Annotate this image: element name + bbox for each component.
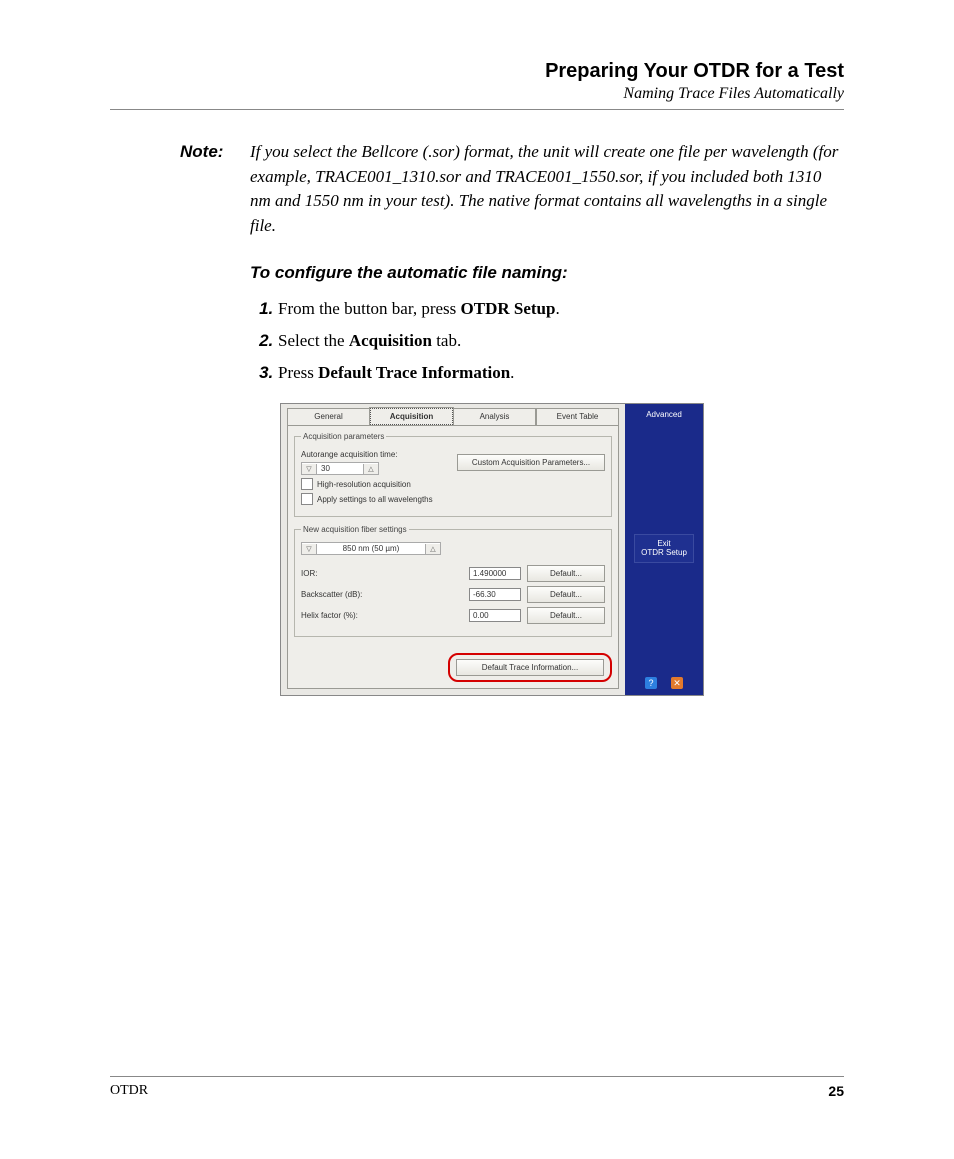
apply-all-wavelengths-label: Apply settings to all wavelengths [317,495,433,504]
close-icon[interactable]: ✕ [671,677,683,689]
help-icon[interactable]: ? [645,677,657,689]
tab-bar: General Acquisition Analysis Event Table [281,404,625,425]
tab-event-table[interactable]: Event Table [536,408,619,425]
acquisition-parameters-group: Acquisition parameters Autorange acquisi… [294,432,612,517]
checkbox-icon[interactable] [301,493,313,505]
step-2-bold: Acquisition [349,331,432,350]
wavelength-value[interactable]: 850 nm (50 µm) [317,543,425,554]
page-header-subtitle: Naming Trace Files Automatically [110,85,844,103]
step-1-text-a: From the button bar, press [278,299,461,318]
tab-acquisition[interactable]: Acquisition [370,408,453,425]
helix-factor-field[interactable]: 0.00 [469,609,521,622]
side-panel: Advanced Exit OTDR Setup ? ✕ [625,404,703,695]
step-3-text-a: Press [278,363,318,382]
callout-highlight: Default Trace Information... [448,653,612,682]
fiber-settings-legend: New acquisition fiber settings [301,525,409,534]
custom-acquisition-parameters-button[interactable]: Custom Acquisition Parameters... [457,454,605,471]
ior-field[interactable]: 1.490000 [469,567,521,580]
exit-line-2: OTDR Setup [641,548,687,557]
note-block: Note: If you select the Bellcore (.sor) … [180,140,844,239]
high-resolution-checkbox[interactable]: High-resolution acquisition [301,478,605,490]
step-1-bold: OTDR Setup [461,299,556,318]
page-number: 25 [828,1083,844,1099]
exit-otdr-setup-button[interactable]: Exit OTDR Setup [634,534,694,563]
backscatter-label: Backscatter (dB): [301,590,362,599]
backscatter-default-button[interactable]: Default... [527,586,605,603]
step-1: From the button bar, press OTDR Setup. [278,293,844,325]
helix-factor-row: Helix factor (%): 0.00 Default... [301,607,605,624]
autorange-label: Autorange acquisition time: [301,450,398,459]
procedure-heading: To configure the automatic file naming: [250,263,844,283]
footer-rule [110,1076,844,1077]
acquisition-parameters-legend: Acquisition parameters [301,432,386,441]
note-text: If you select the Bellcore (.sor) format… [250,140,844,239]
step-3-text-c: . [510,363,514,382]
autorange-value[interactable]: 30 [317,463,363,474]
fiber-settings-group: New acquisition fiber settings ▽ 850 nm … [294,525,612,637]
step-2-text-a: Select the [278,331,349,350]
procedure-steps: From the button bar, press OTDR Setup. S… [250,293,844,390]
helix-factor-default-button[interactable]: Default... [527,607,605,624]
step-2: Select the Acquisition tab. [278,325,844,357]
backscatter-field[interactable]: -66.30 [469,588,521,601]
embedded-screenshot: General Acquisition Analysis Event Table… [280,403,704,696]
footer-left: OTDR [110,1083,148,1099]
step-3-bold: Default Trace Information [318,363,510,382]
page-header-title: Preparing Your OTDR for a Test [110,60,844,83]
autorange-spinner[interactable]: ▽ 30 △ [301,462,379,475]
exit-line-1: Exit [657,539,670,548]
triangle-down-icon[interactable]: ▽ [302,464,317,474]
default-trace-information-button[interactable]: Default Trace Information... [456,659,604,676]
triangle-up-icon[interactable]: △ [363,464,378,474]
tab-general[interactable]: General [287,408,370,425]
high-resolution-label: High-resolution acquisition [317,480,411,489]
helix-factor-label: Helix factor (%): [301,611,358,620]
checkbox-icon[interactable] [301,478,313,490]
apply-all-wavelengths-checkbox[interactable]: Apply settings to all wavelengths [301,493,605,505]
ior-row: IOR: 1.490000 Default... [301,565,605,582]
wavelength-spinner[interactable]: ▽ 850 nm (50 µm) △ [301,542,441,555]
ior-default-button[interactable]: Default... [527,565,605,582]
header-rule [110,109,844,110]
ior-label: IOR: [301,569,317,578]
tab-analysis[interactable]: Analysis [453,408,536,425]
side-advanced-label[interactable]: Advanced [646,408,682,419]
step-2-text-c: tab. [432,331,461,350]
note-label: Note: [180,140,250,239]
backscatter-row: Backscatter (dB): -66.30 Default... [301,586,605,603]
triangle-down-icon[interactable]: ▽ [302,544,317,554]
step-1-text-c: . [555,299,559,318]
step-3: Press Default Trace Information. [278,357,844,389]
triangle-up-icon[interactable]: △ [425,544,440,554]
